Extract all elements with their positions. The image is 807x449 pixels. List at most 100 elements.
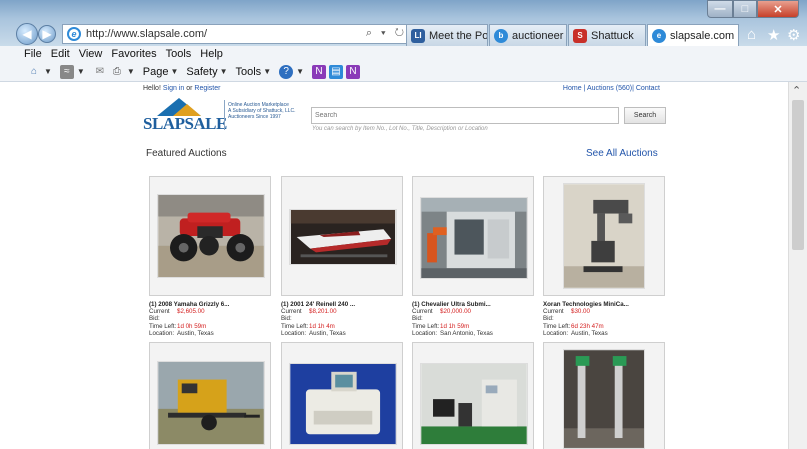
auction-info-atv: (1) 2008 Yamaha Grizzly 6... Current Bid… <box>149 301 279 337</box>
onenote-send-icon[interactable]: N <box>346 64 361 79</box>
menu-bar: File Edit View Favorites Tools Help <box>0 46 807 62</box>
tab-meet-the-power[interactable]: LI Meet the Powe... <box>406 24 488 46</box>
tools-menu[interactable]: Tools <box>236 66 262 78</box>
current-bid-label: Current Bid: <box>149 308 170 323</box>
command-bar: ⌂ ▼ ≈ ▼ ✉ ⎙ ▼ Page ▼ Safety ▼ Tools ▼ ? ▼ N ▤ N <box>0 62 807 82</box>
nav-separator: | <box>632 85 634 92</box>
linked-notes-icon[interactable]: ▤ <box>329 64 344 79</box>
cnc-machine-photo <box>420 197 528 279</box>
auctions-link[interactable]: Auctions (560) <box>587 85 632 92</box>
search-refresh-icon[interactable]: ⌕ ▾ ↻ <box>366 27 407 40</box>
chevron-down-icon[interactable]: ▼ <box>44 67 52 76</box>
home-icon[interactable]: ⌂ <box>747 26 756 43</box>
page-menu[interactable]: Page <box>143 66 169 78</box>
chevron-down-icon[interactable]: ▼ <box>127 67 135 76</box>
auction-info-cnc: (1) Chevalier Ultra Submi... Current Bid… <box>412 301 542 337</box>
mail-icon[interactable]: ✉ <box>93 65 107 79</box>
onenote-icon[interactable]: N <box>312 64 327 79</box>
back-arrow-icon[interactable]: ◀ <box>16 23 38 45</box>
auction-title-link[interactable]: (1) Chevalier Ultra Submi... <box>412 301 542 308</box>
current-bid-value: $2,605.00 <box>177 308 205 316</box>
location-label: Location: <box>281 329 307 337</box>
gear-icon[interactable]: ⚙ <box>787 26 800 44</box>
logo-divider <box>224 100 225 130</box>
menu-tools[interactable]: Tools <box>166 48 192 60</box>
auction-title-link[interactable]: Xoran Technologies MiniCa... <box>543 301 673 308</box>
chevron-down-icon[interactable]: ▼ <box>220 67 228 76</box>
maximize-icon[interactable]: □ <box>733 0 757 18</box>
minimize-icon[interactable]: — <box>707 0 733 18</box>
browser-titlebar: — □ ✕ ◀ ▶ e http://www.slapsale.com/ ⌕ ▾… <box>0 0 807 46</box>
forward-arrow-icon[interactable]: ▶ <box>38 25 56 43</box>
ie-tab-icon: e <box>652 28 666 43</box>
xoran-scanner-photo <box>563 183 645 289</box>
metal-detector-photo <box>563 349 645 449</box>
home-link[interactable]: Home <box>563 85 582 92</box>
auction-card-lab-instrument[interactable] <box>281 342 403 449</box>
generator-trailer-photo <box>157 361 265 445</box>
search-input[interactable] <box>311 107 619 124</box>
tab-label: Meet the Powe... <box>429 29 488 42</box>
logo-tagline: Online Auction Marketplace A Subsidiary … <box>228 102 303 120</box>
auction-title-link[interactable]: (1) 2001 24' Reinell 240 ... <box>281 301 411 308</box>
current-bid-value: $8,201.00 <box>309 308 337 316</box>
auction-info-boat: (1) 2001 24' Reinell 240 ... Current Bid… <box>281 301 411 337</box>
menu-view[interactable]: View <box>79 48 103 60</box>
current-bid-label: Current Bid: <box>412 308 433 323</box>
vertical-scrollbar[interactable]: ⌃ <box>788 82 807 449</box>
atv-photo <box>157 194 265 278</box>
favorites-star-icon[interactable]: ★ <box>767 26 780 44</box>
see-all-auctions-link[interactable]: See All Auctions <box>586 148 658 159</box>
rss-feed-icon[interactable]: ≈ <box>59 64 74 79</box>
auction-card-metal-detector[interactable] <box>543 342 665 449</box>
search-button[interactable]: Search <box>624 107 666 124</box>
slapsale-logo[interactable]: SLAPSALE <box>143 98 227 133</box>
time-left-value: 1d 1h 59m <box>440 322 470 330</box>
contact-link[interactable]: Contact <box>636 85 660 92</box>
close-icon[interactable]: ✕ <box>757 0 799 18</box>
menu-file[interactable]: File <box>24 48 42 60</box>
auction-card-xoran[interactable] <box>543 176 665 296</box>
scroll-thumb[interactable] <box>792 100 804 250</box>
safety-menu[interactable]: Safety <box>186 66 217 78</box>
nav-separator: | <box>583 85 586 92</box>
location-value: Austin, Texas <box>571 329 608 337</box>
print-icon[interactable]: ⎙ <box>110 65 124 79</box>
address-bar[interactable]: e http://www.slapsale.com/ ⌕ ▾ ↻ <box>62 24 412 44</box>
account-links: Hello! Sign in or Register <box>143 85 220 92</box>
home-page-icon[interactable]: ⌂ <box>27 65 41 79</box>
tab-label: Shattuck <box>591 29 634 42</box>
ie-tab-icon: b <box>494 28 508 43</box>
sign-in-link[interactable]: Sign in <box>163 85 184 92</box>
tab-auctioneer-bing[interactable]: b auctioneer - Bi... <box>489 24 567 46</box>
auction-card-cnc[interactable] <box>412 176 534 296</box>
auction-card-lab-equipment[interactable] <box>412 342 534 449</box>
chevron-down-icon[interactable]: ▼ <box>77 67 85 76</box>
location-value: Austin, Texas <box>309 329 346 337</box>
linkedin-icon: LI <box>411 28 425 43</box>
tab-shattuck[interactable]: S Shattuck <box>568 24 646 46</box>
auction-info-xoran: Xoran Technologies MiniCa... Current Bid… <box>543 301 673 337</box>
scroll-up-icon[interactable]: ⌃ <box>792 84 801 97</box>
auction-card-atv[interactable] <box>149 176 271 296</box>
tab-slapsale[interactable]: e slapsale.com ✕ <box>647 24 739 46</box>
menu-edit[interactable]: Edit <box>51 48 70 60</box>
chevron-down-icon[interactable]: ▼ <box>170 67 178 76</box>
time-left-label: Time Left: <box>412 322 440 330</box>
location-value: Austin, Texas <box>177 329 214 337</box>
register-link[interactable]: Register <box>194 85 220 92</box>
page-viewport: Hello! Sign in or Register Home | Auctio… <box>0 82 788 449</box>
tab-label: auctioneer - Bi... <box>512 29 566 42</box>
auction-card-generator[interactable] <box>149 342 271 449</box>
menu-help[interactable]: Help <box>200 48 223 60</box>
menu-favorites[interactable]: Favorites <box>111 48 156 60</box>
auction-title-link[interactable]: (1) 2008 Yamaha Grizzly 6... <box>149 301 279 308</box>
ie-logo-icon: e <box>67 27 81 41</box>
chevron-down-icon[interactable]: ▼ <box>263 67 271 76</box>
chevron-down-icon[interactable]: ▼ <box>296 67 304 76</box>
tab-label: slapsale.com <box>670 29 735 42</box>
auction-card-boat[interactable] <box>281 176 403 296</box>
current-bid-label: Current Bid: <box>281 308 302 323</box>
time-left-value: 1d 1h 4m <box>309 322 335 330</box>
help-icon[interactable]: ? <box>279 64 294 79</box>
